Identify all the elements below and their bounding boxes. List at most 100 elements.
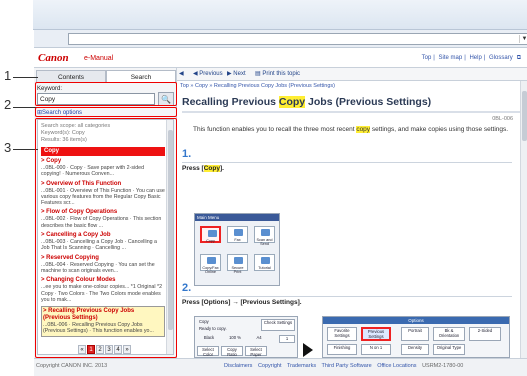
arrow-icon [303,343,313,357]
two-sided-option: 2-Sided [469,327,501,341]
main-menu-bar: Main Menu [195,214,279,221]
collapse-icon[interactable]: ◀ [179,70,184,77]
topic-nav: ◀ ◀ Previous ▶ Next ▤ Print this topic [177,68,527,81]
favorite-settings: Favorite Settings [327,327,357,341]
tile-label: Scan and Send [256,238,273,246]
copy-status: Copy [199,319,209,324]
color-mode: Black [203,335,215,340]
step1-pre: Press [ [182,165,204,172]
address-area: ▼ [34,30,527,48]
callout-2: 2 [4,97,12,112]
divider [182,296,512,297]
zoom-value: 100 % [229,335,241,340]
copyright-link[interactable]: Copyright [258,363,282,369]
title-pre: Recalling Previous [182,96,279,108]
callout-line [13,77,38,78]
footer: Copyright CANON INC. 2013 Disclaimers Co… [34,358,527,376]
main-content: ◀ ◀ Previous ▶ Next ▤ Print this topic T… [177,68,527,358]
tile-label: Copy/Fax Online [202,266,219,274]
callout-3: 3 [4,140,12,155]
ready-text: Ready to copy. [199,326,227,331]
chevron-down-icon[interactable]: ▼ [519,35,527,43]
tutorial-tile: Tutorial [254,254,275,271]
print-icon: ▤ [255,71,261,77]
tutorial-icon [261,257,270,264]
next-icon: ▶ [227,71,232,77]
secure-print-tile: Secure Print [227,254,248,274]
step-1-number: 1. [182,148,192,160]
print-label: Print this topic [262,71,301,77]
print-icon [234,257,243,264]
callout-1: 1 [4,68,12,83]
print-button[interactable]: ▤ Print this topic [255,70,300,77]
fax-icon [234,229,243,236]
page-header: Canon e-Manual Top | Site map | Help | Glos… [34,48,527,68]
tile-label: Secure Print [231,266,244,274]
original-type-option: Original Type [433,344,465,355]
scan-icon [261,229,270,236]
breadcrumb[interactable]: Top » Copy » Recalling Previous Copy Job… [180,83,335,89]
orientation-option: Bk & Orientation [433,327,465,341]
options-title: Options [323,317,509,324]
tile-label: Fax [234,238,241,242]
select-color: Select Color [197,346,219,357]
browser-chrome [33,0,527,30]
intro-pre: This function enables you to recall the … [193,126,357,133]
previous-settings: Previous Settings [361,327,391,341]
options-screenshot: Options Favorite Settings Previous Setti… [322,316,510,358]
finishing-option: Finishing [327,344,357,355]
callout-box-2 [35,107,177,117]
select-paper: Select Paper [245,346,267,357]
address-bar[interactable]: ▼ [68,33,527,45]
scroll-thumb[interactable] [522,91,527,141]
copy-tile: Copy [200,226,221,243]
intro-text: This function enables you to recall the … [193,126,508,133]
step-1-text: Press [Copy]. [182,165,224,172]
canon-logo: Canon [38,52,69,64]
help-link[interactable]: Help [469,55,481,61]
check-settings: Check Settings [261,319,295,331]
top-link[interactable]: Top [422,55,432,61]
intro-highlight: copy [356,126,371,133]
copy-ratio: Copy Ratio [221,346,243,357]
page-title: Recalling Previous Copy Jobs (Previous S… [182,96,520,113]
fax-tile: Fax [227,226,248,243]
prev-icon: ◀ [193,71,198,77]
divider [182,162,512,163]
copyfax-icon [207,257,216,264]
previous-button[interactable]: ◀ Previous [193,70,223,77]
top-links: Top | Site map | Help | Glossary ⧉ [421,55,521,61]
next-label: Next [233,71,246,77]
copy-screen-screenshot: Copy Ready to copy. Check Settings Black… [194,316,298,358]
topic-code: 0BL-006 [492,116,513,122]
title-highlight: Copy [278,96,306,108]
sitemap-link[interactable]: Site map [439,55,463,61]
footer-links: Disclaimers Copyright Trademarks Third P… [224,363,467,369]
n-on-1-option: N on 1 [361,344,391,355]
copy-quantity: 1 [279,335,295,343]
scan-tile: Scan and Send [254,226,275,246]
previous-label: Previous [199,71,223,77]
office-locations-link[interactable]: Office Locations [377,363,416,369]
paper-size: A4 [256,335,262,340]
copyfax-tile: Copy/Fax Online [200,254,221,274]
main-menu-screenshot: Main Menu Copy Fax Scan and Send Copy/Fa… [194,213,280,286]
disclaimers-link[interactable]: Disclaimers [224,363,252,369]
step-2-text: Press [Options] → [Previous Settings]. [182,299,302,306]
third-party-link[interactable]: Third Party Software [322,363,372,369]
step-2-number: 2. [182,282,192,294]
trademarks-link[interactable]: Trademarks [287,363,316,369]
external-icon: ⧉ [516,55,521,61]
intro-post: settings, and make copies using those se… [370,126,509,133]
next-button[interactable]: ▶ Next [227,70,246,77]
step1-post: ]. [219,165,224,172]
callout-box-1 [35,82,177,106]
tile-label: Copy [206,239,215,243]
app-title: e-Manual [84,55,114,62]
glossary-link[interactable]: Glossary [489,55,513,61]
copyright-text: Copyright CANON INC. 2013 [36,363,108,369]
portrait-option: Portrait [401,327,429,341]
copy-icon [208,230,217,237]
density-option: Density [401,344,429,355]
content-scrollbar[interactable] [520,81,527,358]
